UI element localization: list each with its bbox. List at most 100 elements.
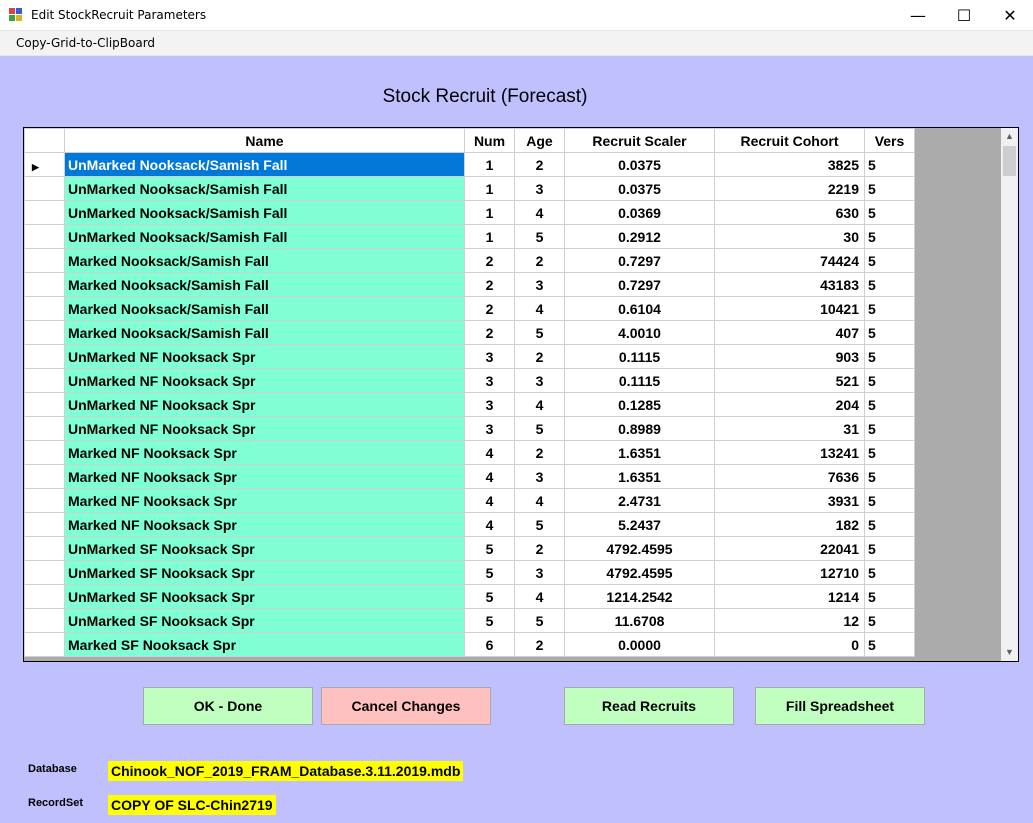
table-row[interactable]: ▶ UnMarked Nooksack/Samish Fall 1 2 0.0375 38… bbox=[24, 152, 915, 177]
cell-recruit-cohort[interactable]: 2219 bbox=[714, 176, 865, 201]
cell-recruit-scaler[interactable]: 0.0375 bbox=[564, 176, 715, 201]
cell-name[interactable]: UnMarked Nooksack/Samish Fall bbox=[64, 176, 465, 201]
row-header[interactable] bbox=[24, 320, 65, 345]
cell-age[interactable]: 4 bbox=[514, 392, 565, 417]
cell-age[interactable]: 3 bbox=[514, 560, 565, 585]
cell-num[interactable]: 5 bbox=[464, 560, 515, 585]
cell-name[interactable]: Marked Nooksack/Samish Fall bbox=[64, 272, 465, 297]
cell-recruit-scaler[interactable]: 0.1285 bbox=[564, 392, 715, 417]
cell-age[interactable]: 2 bbox=[514, 152, 565, 177]
cell-recruit-scaler[interactable]: 5.2437 bbox=[564, 512, 715, 537]
column-header-num[interactable]: Num bbox=[464, 128, 515, 153]
cell-num[interactable]: 4 bbox=[464, 440, 515, 465]
cell-vers[interactable]: 5 bbox=[864, 392, 915, 417]
cell-recruit-scaler[interactable]: 1.6351 bbox=[564, 440, 715, 465]
table-row[interactable]: UnMarked NF Nooksack Spr 3 3 0.1115 521 5 bbox=[24, 368, 915, 393]
cell-recruit-scaler[interactable]: 11.6708 bbox=[564, 608, 715, 633]
table-row[interactable]: Marked Nooksack/Samish Fall 2 2 0.7297 74424… bbox=[24, 248, 915, 273]
cell-name[interactable]: UnMarked SF Nooksack Spr bbox=[64, 584, 465, 609]
cell-vers[interactable]: 5 bbox=[864, 272, 915, 297]
cell-name[interactable]: Marked Nooksack/Samish Fall bbox=[64, 296, 465, 321]
cell-vers[interactable]: 5 bbox=[864, 296, 915, 321]
cell-name[interactable]: UnMarked SF Nooksack Spr bbox=[64, 608, 465, 633]
scroll-up-icon[interactable]: ▲ bbox=[1001, 128, 1018, 145]
table-row[interactable]: Marked NF Nooksack Spr 4 3 1.6351 7636 5 bbox=[24, 464, 915, 489]
cell-num[interactable]: 4 bbox=[464, 512, 515, 537]
cell-recruit-scaler[interactable]: 0.7297 bbox=[564, 272, 715, 297]
cell-recruit-cohort[interactable]: 10421 bbox=[714, 296, 865, 321]
cell-age[interactable]: 2 bbox=[514, 440, 565, 465]
cell-age[interactable]: 4 bbox=[514, 200, 565, 225]
cell-recruit-cohort[interactable]: 630 bbox=[714, 200, 865, 225]
row-header[interactable] bbox=[24, 368, 65, 393]
row-header[interactable] bbox=[24, 608, 65, 633]
row-header[interactable] bbox=[24, 392, 65, 417]
cell-recruit-scaler[interactable]: 0.7297 bbox=[564, 248, 715, 273]
row-header[interactable] bbox=[24, 200, 65, 225]
cell-vers[interactable]: 5 bbox=[864, 200, 915, 225]
table-row[interactable]: UnMarked SF Nooksack Spr 5 2 4792.4595 22041… bbox=[24, 536, 915, 561]
cell-recruit-cohort[interactable]: 0 bbox=[714, 632, 865, 657]
cell-name[interactable]: UnMarked SF Nooksack Spr bbox=[64, 536, 465, 561]
cell-vers[interactable]: 5 bbox=[864, 512, 915, 537]
cell-recruit-scaler[interactable]: 0.1115 bbox=[564, 368, 715, 393]
cell-recruit-scaler[interactable]: 0.0000 bbox=[564, 632, 715, 657]
row-header[interactable] bbox=[24, 224, 65, 249]
stock-recruit-grid[interactable]: Name Num Age Recruit Scaler Recruit Coho… bbox=[23, 127, 1019, 662]
cell-num[interactable]: 3 bbox=[464, 392, 515, 417]
cell-recruit-scaler[interactable]: 4.0010 bbox=[564, 320, 715, 345]
cell-vers[interactable]: 5 bbox=[864, 464, 915, 489]
cell-recruit-scaler[interactable]: 1214.2542 bbox=[564, 584, 715, 609]
cell-recruit-cohort[interactable]: 903 bbox=[714, 344, 865, 369]
cell-recruit-scaler[interactable]: 1.6351 bbox=[564, 464, 715, 489]
row-header[interactable] bbox=[24, 560, 65, 585]
table-row[interactable]: Marked NF Nooksack Spr 4 5 5.2437 182 5 bbox=[24, 512, 915, 537]
table-row[interactable]: Marked NF Nooksack Spr 4 2 1.6351 13241 5 bbox=[24, 440, 915, 465]
cell-name[interactable]: Marked Nooksack/Samish Fall bbox=[64, 320, 465, 345]
cell-age[interactable]: 2 bbox=[514, 248, 565, 273]
cell-num[interactable]: 3 bbox=[464, 344, 515, 369]
cell-age[interactable]: 3 bbox=[514, 176, 565, 201]
cell-recruit-cohort[interactable]: 74424 bbox=[714, 248, 865, 273]
cell-vers[interactable]: 5 bbox=[864, 248, 915, 273]
cell-name[interactable]: UnMarked SF Nooksack Spr bbox=[64, 560, 465, 585]
cell-age[interactable]: 3 bbox=[514, 464, 565, 489]
table-row[interactable]: Marked Nooksack/Samish Fall 2 5 4.0010 407 5 bbox=[24, 320, 915, 345]
cancel-changes-button[interactable]: Cancel Changes bbox=[321, 687, 491, 725]
table-row[interactable]: UnMarked SF Nooksack Spr 5 5 11.6708 12 5 bbox=[24, 608, 915, 633]
cell-recruit-cohort[interactable]: 182 bbox=[714, 512, 865, 537]
cell-num[interactable]: 3 bbox=[464, 368, 515, 393]
row-header[interactable] bbox=[24, 344, 65, 369]
table-row[interactable]: UnMarked SF Nooksack Spr 5 3 4792.4595 12710… bbox=[24, 560, 915, 585]
table-row[interactable]: UnMarked Nooksack/Samish Fall 1 4 0.0369 630… bbox=[24, 200, 915, 225]
close-button[interactable]: ✕ bbox=[987, 0, 1033, 31]
cell-name[interactable]: Marked NF Nooksack Spr bbox=[64, 440, 465, 465]
table-row[interactable]: UnMarked NF Nooksack Spr 3 5 0.8989 31 5 bbox=[24, 416, 915, 441]
row-header[interactable] bbox=[24, 272, 65, 297]
cell-recruit-scaler[interactable]: 4792.4595 bbox=[564, 536, 715, 561]
table-row[interactable]: UnMarked NF Nooksack Spr 3 2 0.1115 903 5 bbox=[24, 344, 915, 369]
cell-age[interactable]: 3 bbox=[514, 272, 565, 297]
read-recruits-button[interactable]: Read Recruits bbox=[564, 687, 734, 725]
cell-recruit-scaler[interactable]: 0.0369 bbox=[564, 200, 715, 225]
row-header[interactable] bbox=[24, 440, 65, 465]
cell-recruit-cohort[interactable]: 12 bbox=[714, 608, 865, 633]
cell-num[interactable]: 2 bbox=[464, 272, 515, 297]
cell-name[interactable]: Marked Nooksack/Samish Fall bbox=[64, 248, 465, 273]
cell-age[interactable]: 4 bbox=[514, 584, 565, 609]
cell-name[interactable]: UnMarked NF Nooksack Spr bbox=[64, 368, 465, 393]
cell-name[interactable]: UnMarked Nooksack/Samish Fall bbox=[64, 200, 465, 225]
cell-name[interactable]: Marked SF Nooksack Spr bbox=[64, 632, 465, 657]
cell-age[interactable]: 4 bbox=[514, 488, 565, 513]
cell-vers[interactable]: 5 bbox=[864, 152, 915, 177]
cell-num[interactable]: 4 bbox=[464, 464, 515, 489]
cell-recruit-scaler[interactable]: 0.0375 bbox=[564, 152, 715, 177]
ok-done-button[interactable]: OK - Done bbox=[143, 687, 313, 725]
cell-num[interactable]: 2 bbox=[464, 320, 515, 345]
cell-age[interactable]: 2 bbox=[514, 632, 565, 657]
scroll-thumb[interactable] bbox=[1003, 146, 1016, 176]
column-header-recruit-scaler[interactable]: Recruit Scaler bbox=[564, 128, 715, 153]
cell-recruit-scaler[interactable]: 0.2912 bbox=[564, 224, 715, 249]
cell-recruit-cohort[interactable]: 521 bbox=[714, 368, 865, 393]
row-header[interactable] bbox=[24, 416, 65, 441]
